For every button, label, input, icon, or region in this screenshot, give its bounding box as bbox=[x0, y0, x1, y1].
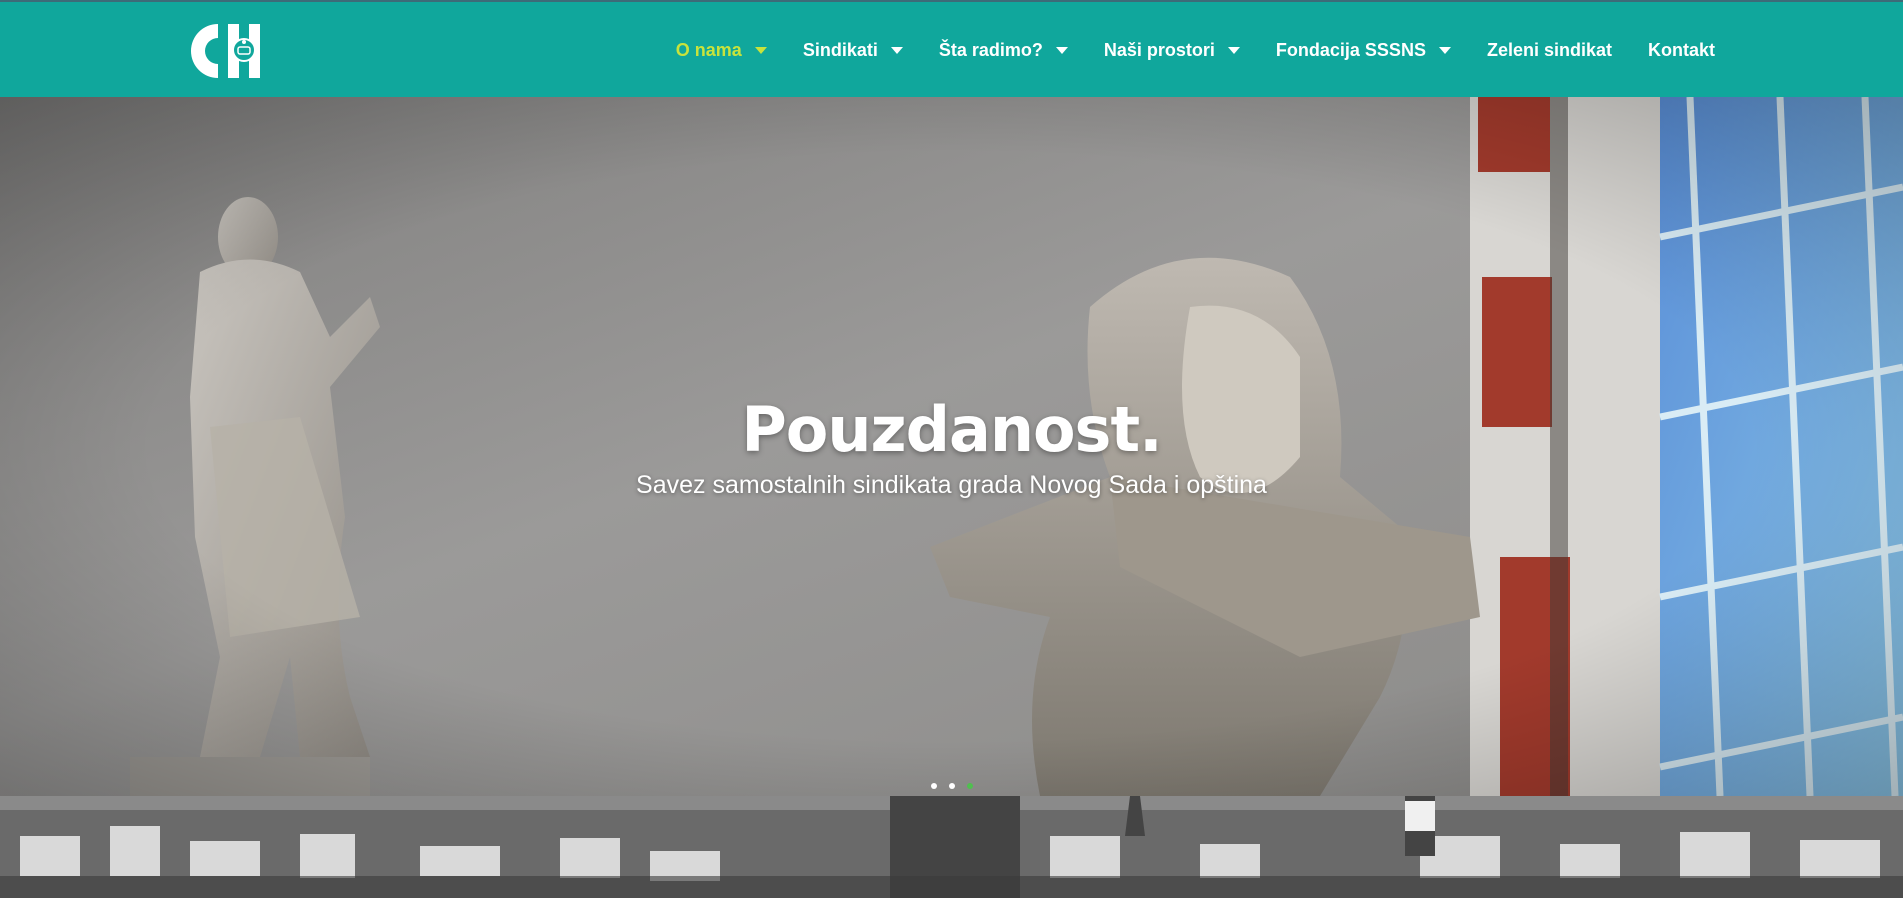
nav-item-1[interactable]: Sindikati bbox=[803, 40, 903, 61]
hero-slider: Pouzdanost. Savez samostalnih sindikata … bbox=[0, 97, 1903, 796]
site-logo[interactable] bbox=[188, 20, 260, 82]
nav-item-2[interactable]: Šta radimo? bbox=[939, 40, 1068, 61]
caret-down-icon bbox=[1055, 47, 1068, 54]
nav-item-label: O nama bbox=[675, 40, 742, 60]
nav-item-label: Fondacija SSSNS bbox=[1275, 40, 1426, 60]
sssns-logo-icon bbox=[190, 23, 260, 78]
nav-item-label: Zeleni sindikat bbox=[1486, 40, 1612, 60]
nav-item-0[interactable]: O nama bbox=[676, 40, 767, 61]
nav-item-label: Sindikati bbox=[802, 40, 878, 60]
caret-down-icon bbox=[754, 47, 767, 54]
hero-subtitle: Savez samostalnih sindikata grada Novog … bbox=[636, 471, 1267, 499]
nav-item-label: Kontakt bbox=[1648, 40, 1715, 60]
nav-item-4[interactable]: Fondacija SSSNS bbox=[1276, 40, 1451, 61]
caret-down-icon bbox=[1227, 47, 1240, 54]
slider-dot-1[interactable] bbox=[930, 783, 937, 789]
nav-item-label: Šta radimo? bbox=[938, 40, 1043, 60]
hero-title: Pouzdanost. bbox=[741, 393, 1162, 466]
nav-item-3[interactable]: Naši prostori bbox=[1104, 40, 1240, 61]
nav-item-6[interactable]: Kontakt bbox=[1648, 40, 1715, 61]
caret-down-icon bbox=[890, 47, 903, 54]
caret-down-icon bbox=[1438, 47, 1451, 54]
nav-item-5[interactable]: Zeleni sindikat bbox=[1487, 40, 1612, 61]
slider-dot-2[interactable] bbox=[948, 783, 955, 789]
nav-item-label: Naši prostori bbox=[1103, 40, 1215, 60]
slider-pagination bbox=[0, 783, 1903, 789]
slider-dot-3[interactable] bbox=[966, 783, 973, 789]
site-header: O nama Sindikati Šta radimo? Naši prostori F… bbox=[0, 0, 1903, 97]
main-navigation: O nama Sindikati Šta radimo? Naši prostori F… bbox=[640, 2, 1715, 99]
city-panorama-image bbox=[0, 796, 1903, 898]
